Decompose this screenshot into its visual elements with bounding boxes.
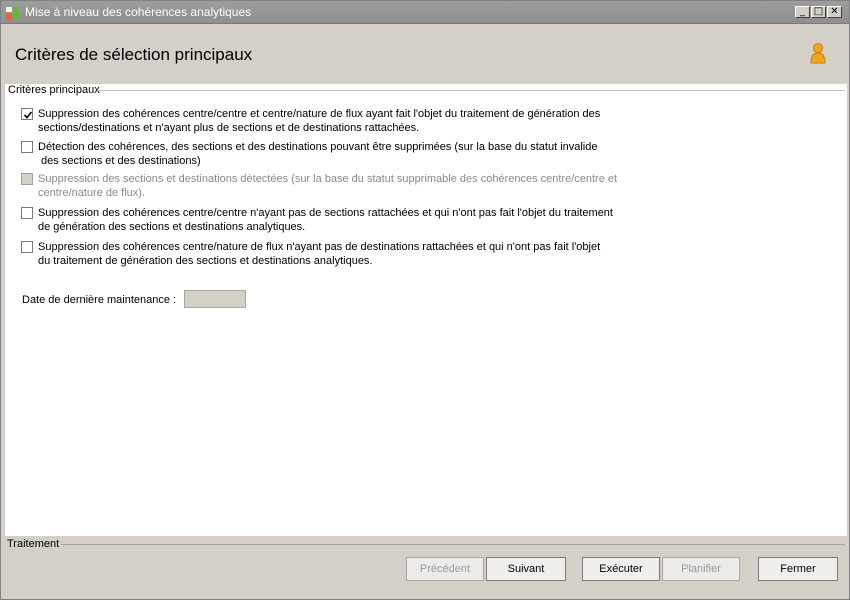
option-checkbox[interactable] [21,207,33,219]
user-icon[interactable] [809,42,827,64]
option-label: Suppression des cohérences centre/nature… [38,240,600,268]
title-bar[interactable]: Mise à niveau des cohérences analytiques… [1,1,849,24]
option-label-line: du traitement de génération des sections… [38,255,373,267]
page-title: Critères de sélection principaux [15,45,253,64]
previous-button: Précédent [406,557,484,581]
execute-button[interactable]: Exécuter [582,557,660,581]
check-icon [23,111,33,119]
option-label-line: Suppression des cohérences centre/centre… [38,207,613,219]
option-label-line: Suppression des cohérences centre/centre… [38,108,601,120]
app-icon [6,7,19,20]
main-window: Mise à niveau des cohérences analytiques… [0,0,850,600]
last-maintenance-field [184,290,246,308]
option-label: Suppression des cohérences centre/centre… [38,206,613,234]
last-maintenance-label: Date de dernière maintenance : [22,294,177,306]
option-label-line: des sections et des destinations) [38,155,201,167]
window-title: Mise à niveau des cohérences analytiques [25,5,252,19]
footer-label: Traitement [7,538,60,550]
option-label-line: centre/nature de flux). [38,187,146,199]
page-header: Critères de sélection principaux [5,24,845,84]
option-checkbox-disabled [21,173,33,185]
option-label: Suppression des cohérences centre/centre… [38,107,600,135]
criteria-panel: Critères principaux Suppression des cohé… [5,84,847,536]
processing-footer: Traitement Précédent Suivant Exécuter Pl… [1,536,849,599]
option-label-line: Suppression des sections et destinations… [38,173,618,185]
option-label-line: Détection des cohérences, des sections e… [38,141,598,153]
option-checkbox[interactable] [21,141,33,153]
option-label-line: de génération des sections et destinatio… [38,221,306,233]
option-checkbox-checked[interactable] [21,108,33,120]
maximize-button[interactable]: □ [811,6,826,18]
close-button[interactable]: Fermer [758,557,838,581]
option-checkbox[interactable] [21,241,33,253]
criteria-group-label: Critères principaux [8,84,102,96]
footer-divider [61,544,845,545]
next-button[interactable]: Suivant [486,557,566,581]
minimize-button[interactable]: _ [795,6,810,18]
option-label: Détection des cohérences, des sections e… [38,140,598,168]
option-label-line: sections/destinations et n'ayant plus de… [38,122,420,134]
close-window-button[interactable]: ✕ [827,6,842,18]
option-label-line: Suppression des cohérences centre/nature… [38,241,601,253]
schedule-button: Planifier [662,557,740,581]
option-label: Suppression des sections et destinations… [38,172,617,200]
group-divider [97,90,845,91]
